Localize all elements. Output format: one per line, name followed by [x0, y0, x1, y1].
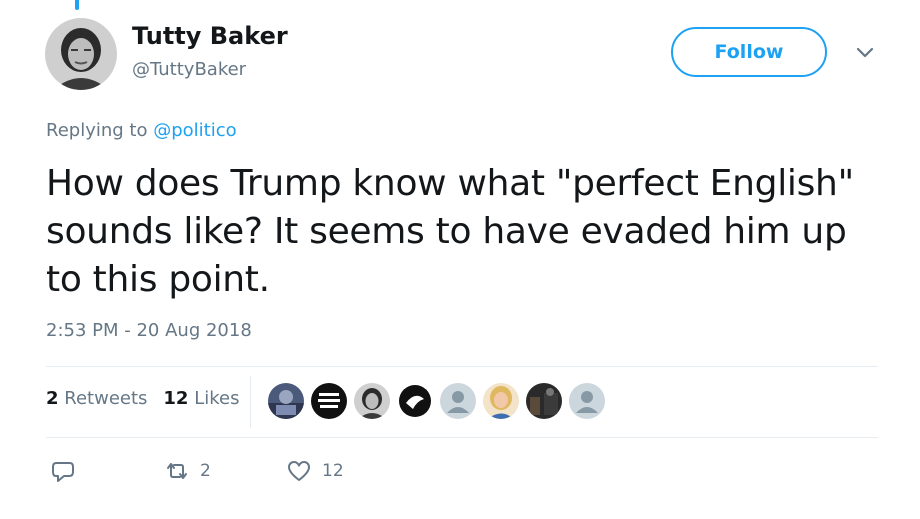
liker-avatar[interactable] — [397, 383, 433, 419]
liker-avatar[interactable] — [311, 383, 347, 419]
dark-photo-avatar-icon — [526, 383, 562, 419]
retweet-count: 2 — [200, 461, 211, 481]
retweet-icon — [167, 463, 187, 479]
replying-to-label: Replying to — [46, 120, 154, 141]
like-count: 12 — [322, 461, 344, 481]
portrait-avatar-icon — [45, 18, 117, 90]
likes-stat[interactable]: 12 Likes — [163, 388, 239, 409]
liker-avatar[interactable] — [268, 383, 304, 419]
profile-avatar[interactable] — [45, 18, 117, 90]
liker-avatar[interactable] — [440, 383, 476, 419]
blonde-woman-avatar-icon — [483, 383, 519, 419]
stats-divider — [250, 376, 251, 428]
reply-icon — [52, 462, 74, 482]
top-accent-bar — [75, 0, 79, 10]
display-name[interactable]: Tutty Baker — [132, 22, 288, 50]
default-profile-avatar-icon — [569, 383, 605, 419]
tweet-text: How does Trump know what "perfect Englis… — [46, 163, 854, 300]
like-button[interactable]: 12 — [286, 455, 344, 487]
divider — [46, 366, 878, 367]
likes-count: 12 — [163, 388, 189, 409]
retweets-stat[interactable]: 2 Retweets — [46, 388, 147, 409]
liker-avatar[interactable] — [483, 383, 519, 419]
blue-photo-avatar-icon — [268, 383, 304, 419]
likes-label: Likes — [194, 388, 240, 409]
retweet-button[interactable]: 2 — [164, 455, 211, 487]
retweets-count: 2 — [46, 388, 59, 409]
liker-avatar[interactable] — [569, 383, 605, 419]
black-logo-avatar-icon — [397, 383, 433, 419]
follow-button[interactable]: Follow — [671, 27, 827, 77]
march-for-our-lives-avatar-icon — [311, 383, 347, 419]
default-profile-avatar-icon — [440, 383, 476, 419]
retweets-label: Retweets — [64, 388, 148, 409]
liker-avatar[interactable] — [526, 383, 562, 419]
engagement-stats: 2 Retweets 12 Likes — [46, 388, 239, 409]
chevron-down-icon[interactable] — [854, 44, 876, 62]
reply-button[interactable] — [50, 455, 76, 487]
replying-to-line: Replying to @politico — [46, 120, 237, 141]
liker-avatar[interactable] — [354, 383, 390, 419]
liker-avatars — [268, 383, 612, 419]
reply-mention-link[interactable]: @politico — [153, 120, 236, 141]
divider — [46, 437, 878, 438]
user-handle[interactable]: @TuttyBaker — [132, 59, 246, 80]
tweet-timestamp[interactable]: 2:53 PM - 20 Aug 2018 — [46, 320, 252, 341]
portrait-avatar-icon — [354, 383, 390, 419]
heart-icon — [288, 461, 310, 481]
